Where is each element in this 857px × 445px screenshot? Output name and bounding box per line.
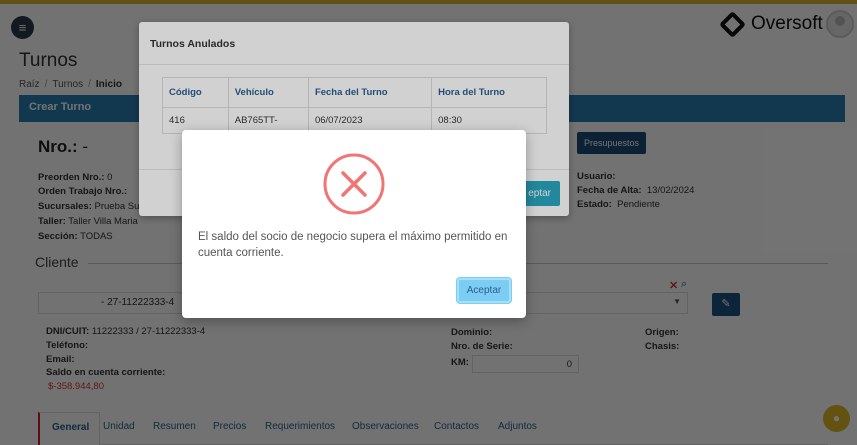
alert-message: El saldo del socio de negocio supera el … bbox=[198, 231, 508, 259]
error-x-icon bbox=[323, 153, 385, 215]
error-alert-dialog: El saldo del socio de negocio supera el … bbox=[182, 130, 526, 318]
alert-accept-button[interactable]: Aceptar bbox=[457, 278, 511, 303]
